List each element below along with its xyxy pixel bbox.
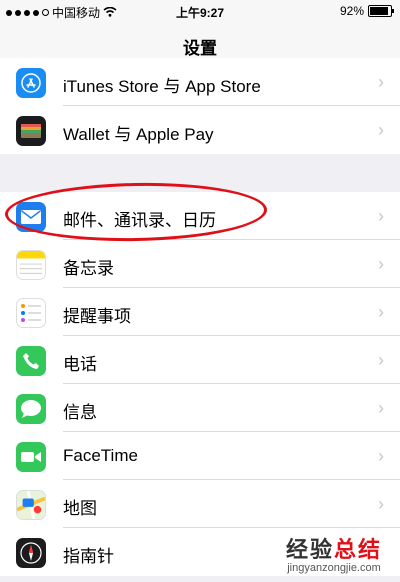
- row-label: 电话: [63, 355, 97, 374]
- battery-icon: [368, 5, 394, 17]
- settings-row-phone[interactable]: 电话 ›: [0, 336, 400, 384]
- row-label: 备忘录: [63, 259, 114, 278]
- watermark-url: jingyanzongjie.com: [287, 562, 381, 574]
- facetime-icon: [16, 442, 46, 472]
- chevron-right-icon: ›: [378, 302, 384, 322]
- row-label: 信息: [63, 403, 97, 422]
- page-title: 设置: [183, 39, 217, 58]
- battery-percent: 92%: [339, 4, 364, 18]
- watermark: 经验总结 jingyanzongjie.com: [268, 532, 400, 574]
- settings-group-store: iTunes Store 与 App Store › Wallet 与 Appl…: [0, 58, 400, 154]
- row-label: 提醒事项: [63, 307, 131, 326]
- settings-row-wallet-apple-pay[interactable]: Wallet 与 Apple Pay ›: [0, 106, 400, 154]
- battery-fill: [370, 7, 389, 15]
- chevron-right-icon: ›: [378, 254, 384, 274]
- watermark-title-dark: 经验: [285, 537, 334, 562]
- chevron-right-icon: ›: [378, 206, 384, 226]
- settings-row-facetime[interactable]: FaceTime ›: [0, 432, 400, 480]
- messages-icon: [16, 394, 46, 424]
- row-label: 地图: [63, 499, 97, 518]
- settings-row-reminders[interactable]: 提醒事项 ›: [0, 288, 400, 336]
- wallet-icon: [16, 116, 46, 146]
- watermark-title: 经验总结: [268, 532, 400, 564]
- settings-row-messages[interactable]: 信息 ›: [0, 384, 400, 432]
- settings-row-itunes-app-store[interactable]: iTunes Store 与 App Store ›: [0, 58, 400, 106]
- row-label: iTunes Store 与 App Store: [63, 77, 261, 96]
- settings-row-maps[interactable]: 地图 ›: [0, 480, 400, 528]
- compass-icon: [16, 538, 46, 568]
- chevron-right-icon: ›: [378, 120, 384, 140]
- notes-icon: [16, 250, 46, 280]
- battery-area: 92%: [339, 4, 394, 18]
- chevron-right-icon: ›: [378, 72, 384, 92]
- reminders-icon: [16, 298, 46, 328]
- chevron-right-icon: ›: [378, 398, 384, 418]
- app-store-icon: [16, 68, 46, 98]
- row-label: Wallet 与 Apple Pay: [63, 125, 214, 144]
- status-bar: 中国移动 上午9:27 92%: [0, 0, 400, 22]
- settings-row-notes[interactable]: 备忘录 ›: [0, 240, 400, 288]
- chevron-right-icon: ›: [378, 350, 384, 370]
- phone-icon: [16, 346, 46, 376]
- chevron-right-icon: ›: [378, 494, 384, 514]
- watermark-title-red: 总结: [334, 537, 383, 562]
- chevron-right-icon: ›: [378, 446, 384, 466]
- settings-group-apps: 邮件、通讯录、日历 › 备忘录 › 提醒事项 › 电话 › 信息 › FaceT…: [0, 192, 400, 576]
- row-label: 指南针: [63, 547, 114, 566]
- row-label: FaceTime: [63, 446, 138, 465]
- maps-icon: [16, 490, 46, 520]
